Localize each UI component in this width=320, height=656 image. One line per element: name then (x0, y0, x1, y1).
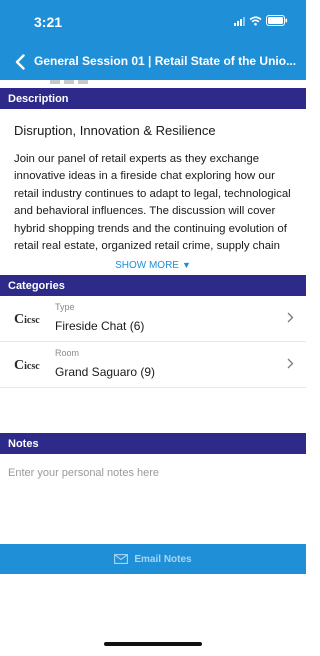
navigation-bar: General Session 01 | Retail State of the… (0, 44, 306, 80)
section-header-categories: Categories (0, 275, 306, 296)
notes-input[interactable] (0, 459, 306, 544)
category-value: Grand Saguaro (9) (55, 365, 156, 379)
home-indicator[interactable] (104, 642, 202, 646)
section-header-notes: Notes (0, 433, 306, 454)
event-description: Join our panel of retail experts as they… (14, 153, 291, 253)
scrolled-content-edge (0, 80, 306, 88)
status-bar: 3:21 (0, 0, 306, 44)
category-value: Fireside Chat (6) (55, 319, 145, 333)
icsc-logo-icon: Cicsc (14, 358, 40, 373)
cellular-signal-icon (234, 16, 245, 26)
section-header-description: Description (0, 88, 306, 109)
envelope-icon (114, 554, 129, 564)
battery-icon (266, 15, 288, 26)
category-label: Type (55, 302, 75, 312)
category-row-room[interactable]: Cicsc Room Grand Saguaro (9) (0, 342, 306, 388)
category-row-type[interactable]: Cicsc Type Fireside Chat (6) (0, 296, 306, 342)
email-notes-button[interactable]: Email Notes (0, 544, 306, 574)
chevron-right-icon (287, 358, 294, 369)
show-more-button[interactable]: SHOW MORE ▼ (0, 260, 306, 271)
back-button[interactable] (6, 46, 34, 78)
notes-area (0, 459, 306, 544)
status-icons (234, 15, 288, 26)
caret-down-icon: ▼ (181, 260, 191, 270)
icsc-logo-icon: Cicsc (14, 312, 40, 327)
chevron-left-icon (15, 54, 25, 70)
event-title: Disruption, Innovation & Resilience (14, 123, 216, 138)
chevron-right-icon (287, 312, 294, 323)
status-time: 3:21 (34, 14, 63, 30)
wifi-icon (249, 15, 262, 26)
email-notes-label: Email Notes (134, 553, 192, 565)
show-more-label: SHOW MORE (115, 260, 179, 271)
page-title: General Session 01 | Retail State of the… (34, 54, 297, 68)
category-label: Room (55, 348, 80, 358)
